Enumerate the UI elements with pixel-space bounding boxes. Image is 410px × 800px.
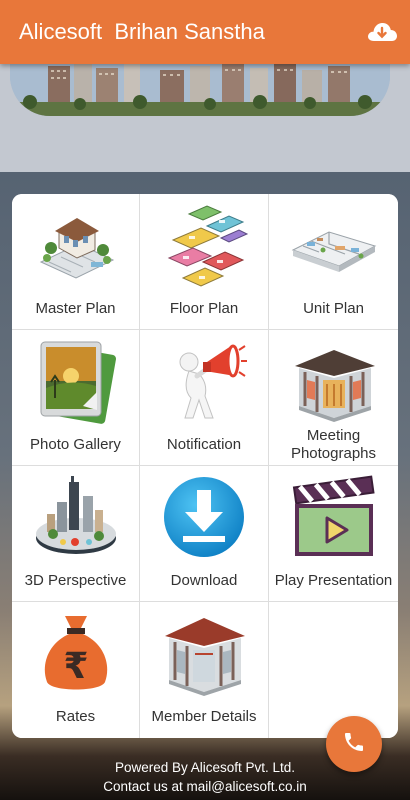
app-title: Alicesoft Brihan Sanstha [19, 19, 265, 44]
member-details-tile[interactable]: Member Details [140, 602, 269, 738]
unit-plan-tile[interactable]: Unit Plan [269, 194, 398, 330]
3d-perspective-tile[interactable]: 3D Perspective [12, 466, 140, 602]
video-play-icon [289, 472, 379, 562]
city-3d-icon [31, 472, 121, 562]
download-icon [159, 472, 249, 562]
rates-tile[interactable]: ₹ Rates [12, 602, 140, 738]
tile-label: Download [170, 572, 238, 589]
tile-label: Meeting Photographs [290, 427, 377, 462]
call-button[interactable] [326, 716, 382, 772]
rupee-bag-icon: ₹ [31, 608, 121, 698]
tile-label: Member Details [151, 708, 257, 725]
floor-plan-icon [159, 200, 249, 290]
megaphone-icon [159, 336, 249, 426]
banner-area [0, 64, 410, 172]
tile-label: Notification [166, 436, 242, 453]
project-banner-image [10, 64, 390, 116]
floor-plan-tile[interactable]: Floor Plan [140, 194, 269, 330]
tile-label: Master Plan [35, 300, 116, 317]
play-presentation-tile[interactable]: Play Presentation [269, 466, 398, 602]
unit-plan-icon [289, 200, 379, 290]
tile-label: Floor Plan [169, 300, 239, 317]
master-plan-tile[interactable]: Master Plan [12, 194, 140, 330]
photo-gallery-icon [31, 336, 121, 426]
tile-label: Photo Gallery [30, 436, 121, 453]
notification-tile[interactable]: Notification [140, 330, 269, 466]
meeting-hall-icon [289, 336, 379, 426]
master-plan-icon [31, 200, 121, 290]
menu-grid: Master Plan Floor Plan Unit Plan Photo G… [12, 194, 398, 738]
tile-label: 3D Perspective [24, 572, 127, 589]
member-hall-icon [159, 608, 249, 698]
download-tile[interactable]: Download [140, 466, 269, 602]
empty-tile [269, 602, 398, 738]
tile-label: Play Presentation [274, 572, 393, 589]
photo-gallery-tile[interactable]: Photo Gallery [12, 330, 140, 466]
phone-icon [342, 730, 366, 759]
cloud-download-icon[interactable] [366, 20, 398, 44]
app-bar: Alicesoft Brihan Sanstha [0, 0, 410, 64]
meeting-photographs-tile[interactable]: Meeting Photographs [269, 330, 398, 466]
tile-label: Unit Plan [303, 300, 364, 317]
svg-text:₹: ₹ [63, 646, 88, 687]
tile-label: Rates [55, 708, 96, 725]
contact-text[interactable]: Contact us at mail@alicesoft.co.in [0, 777, 410, 796]
